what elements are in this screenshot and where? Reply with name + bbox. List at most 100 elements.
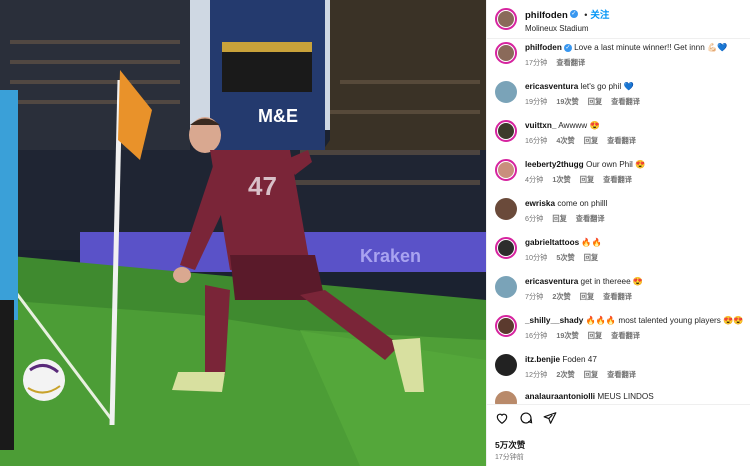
comment-time: 7分钟 (525, 292, 544, 301)
caption-time: 17分钟 (525, 58, 548, 67)
verified-icon: ✓ (569, 9, 578, 18)
comment-username[interactable]: ericasventura (525, 277, 578, 286)
comment-likes[interactable]: 5次赞 (556, 253, 574, 262)
comment-likes[interactable]: 2次赞 (556, 370, 574, 379)
translate-button[interactable]: 查看翻译 (607, 136, 636, 145)
caption-text: Love a last minute winner!! Get innn (574, 43, 705, 52)
commenter-avatar[interactable] (495, 391, 517, 404)
photo-illustration: M&E Kraken 47 (0, 0, 486, 466)
comment-time: 10分钟 (525, 253, 548, 262)
caption-username[interactable]: philfoden (525, 43, 562, 52)
comment-item: analauraantoniolli MEUS LINDOS (495, 391, 745, 404)
comment-likes[interactable]: 1次赞 (552, 175, 570, 184)
avatar (495, 81, 517, 103)
comment-username[interactable]: gabrieltattoos (525, 238, 579, 247)
author-avatar[interactable] (495, 8, 517, 30)
comment-emoji: 😍 (632, 277, 644, 286)
heart-icon[interactable] (495, 411, 509, 425)
comment-icon[interactable] (519, 411, 533, 425)
comment-username[interactable]: analauraantoniolli (525, 392, 595, 401)
comment-item: itz.benjie Foden 47 12分钟 2次赞 回复 查看翻译 (495, 354, 745, 380)
commenter-avatar[interactable] (495, 315, 517, 337)
reply-button[interactable]: 回复 (584, 136, 598, 145)
post-header: philfoden ✓ • 关注 Molineux Stadium (487, 0, 750, 39)
commenter-avatar[interactable] (495, 120, 517, 142)
comment-text: Awwww (558, 121, 588, 130)
comments-list[interactable]: philfoden ✓ Love a last minute winner!! G… (487, 38, 750, 404)
commenter-avatar[interactable] (495, 276, 517, 298)
translate-button[interactable]: 查看翻译 (576, 214, 605, 223)
caption-translate[interactable]: 查看翻译 (556, 58, 585, 67)
post-time: 17分钟前 (495, 454, 524, 461)
translate-button[interactable]: 查看翻译 (611, 331, 640, 340)
reply-button[interactable]: 回复 (588, 97, 602, 106)
post-photo: M&E Kraken 47 (0, 0, 486, 466)
comment-item: ericasventura let's go phil 💙 19分钟 19次赞 回复… (495, 81, 745, 107)
billboard-text: M&E (258, 106, 298, 126)
post-actions: 5万次赞 17分钟前 (487, 404, 750, 467)
comment-likes[interactable]: 2次赞 (552, 292, 570, 301)
caption-emojis: 💪🏻💙 (707, 43, 728, 52)
comment-emoji: 🔥🔥 (581, 238, 602, 247)
commenter-avatar[interactable] (495, 81, 517, 103)
share-icon[interactable] (543, 411, 557, 425)
comment-username[interactable]: leeberty2thugg (525, 160, 584, 169)
comment-item: ericasventura get in thereee 😍 7分钟 2次赞 回复查… (495, 276, 745, 302)
caption: philfoden ✓ Love a last minute winner!! G… (495, 42, 745, 68)
comment-item: gabrieltattoos 🔥🔥 10分钟 5次赞 回复 (495, 237, 745, 263)
comment-time: 12分钟 (525, 370, 548, 379)
comment-username[interactable]: vuittxn_ (525, 121, 556, 130)
comment-time: 16分钟 (525, 331, 548, 340)
reply-button[interactable]: 回复 (552, 214, 566, 223)
comment-text: MEUS LINDOS (597, 392, 654, 401)
comment-likes[interactable]: 19次赞 (556, 97, 578, 106)
comment-username[interactable]: ewriska (525, 199, 555, 208)
commenter-avatar[interactable] (495, 354, 517, 376)
comment-item: vuittxn_ Awwww 😍 16分钟 4次赞 回复 查看翻译 (495, 120, 745, 146)
translate-button[interactable]: 查看翻译 (607, 370, 636, 379)
reply-button[interactable]: 回复 (588, 331, 602, 340)
comment-username[interactable]: _shilly__shady (525, 316, 583, 325)
reply-button[interactable]: 回复 (584, 370, 598, 379)
comment-text: get in thereee (580, 277, 631, 286)
post-location[interactable]: Molineux Stadium (525, 24, 609, 33)
comment-emoji: 💙 (623, 82, 634, 91)
author-username[interactable]: philfoden (525, 10, 568, 21)
reply-button[interactable]: 回复 (580, 175, 594, 184)
comment-emoji: 😍 (635, 160, 646, 169)
commenter-avatar[interactable] (495, 198, 517, 220)
comment-likes[interactable]: 4次赞 (556, 136, 574, 145)
commenter-avatar[interactable] (495, 237, 517, 259)
comment-time: 4分钟 (525, 175, 544, 184)
comment-text: let's go phil (580, 82, 622, 91)
comment-emoji-2: 😍😍 (723, 316, 744, 325)
comment-time: 19分钟 (525, 97, 548, 106)
comment-item: leeberty2thugg Our own Phil 😍 4分钟 1次赞 回复 查看… (495, 159, 745, 185)
post-panel: philfoden ✓ • 关注 Molineux Stadium philfode… (486, 0, 750, 466)
comment-item: _shilly__shady 🔥🔥🔥 most talented young p… (495, 315, 745, 341)
comment-emoji: 😍 (589, 121, 600, 130)
comment-text: Our own Phil (585, 160, 633, 169)
board-text: Kraken (360, 246, 421, 266)
translate-button[interactable]: 查看翻译 (603, 175, 632, 184)
comment-likes[interactable]: 19次赞 (556, 331, 578, 340)
comment-username[interactable]: ericasventura (525, 82, 578, 91)
reply-button[interactable]: 回复 (584, 253, 598, 262)
comment-time: 16分钟 (525, 136, 548, 145)
comment-username[interactable]: itz.benjie (525, 355, 560, 364)
caption-avatar[interactable] (495, 42, 517, 64)
comment-text: Foden 47 (562, 355, 597, 364)
comment-emoji: 🔥🔥🔥 (585, 316, 617, 325)
comment-item: ewriska come on philll 6分钟 回复 查看翻译 (495, 198, 745, 224)
comment-time: 6分钟 (525, 214, 544, 223)
likes-count[interactable]: 5万次赞 (495, 439, 525, 451)
commenter-avatar[interactable] (495, 159, 517, 181)
shirt-number: 47 (248, 171, 277, 201)
comment-text: come on philll (557, 199, 608, 208)
reply-button[interactable]: 回复 (580, 292, 594, 301)
follow-button[interactable]: 关注 (590, 10, 609, 21)
translate-button[interactable]: 查看翻译 (611, 97, 640, 106)
comment-text: most talented young players (618, 316, 721, 325)
translate-button[interactable]: 查看翻译 (603, 292, 632, 301)
verified-icon: ✓ (563, 43, 572, 52)
